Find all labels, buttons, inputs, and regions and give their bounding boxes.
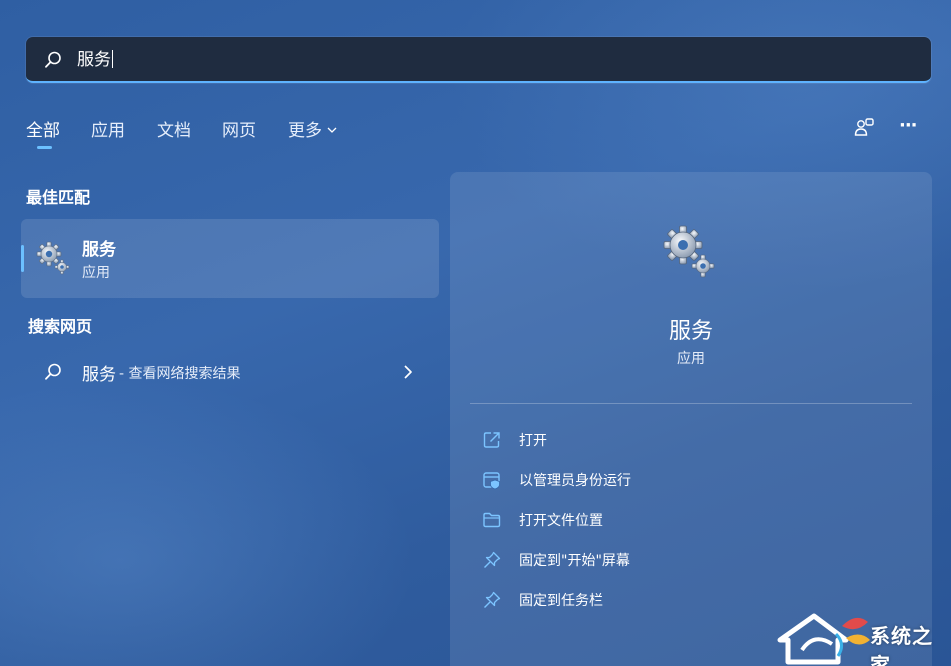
chevron-down-icon <box>327 127 337 133</box>
chevron-right-icon[interactable] <box>401 364 415 380</box>
action-pin-to-start-label: 固定到"开始"屏幕 <box>519 553 630 569</box>
pin-icon <box>484 551 501 568</box>
web-search-query: 服务 <box>82 365 116 385</box>
tab-apps-label: 应用 <box>91 121 125 141</box>
web-search-suffix: - 查看网络搜索结果 <box>119 366 241 382</box>
action-open-file-location[interactable]: 打开文件位置 <box>482 506 902 534</box>
detail-app-type: 应用 <box>677 351 705 367</box>
pin-icon <box>484 591 501 608</box>
tab-web-label: 网页 <box>222 121 256 141</box>
action-pin-to-start[interactable]: 固定到"开始"屏幕 <box>482 546 902 574</box>
web-search-heading: 搜索网页 <box>28 317 93 336</box>
search-icon <box>45 51 61 68</box>
action-open-file-location-label: 打开文件位置 <box>519 513 603 529</box>
result-name: 服务 <box>82 240 116 260</box>
action-run-as-admin-label: 以管理员身份运行 <box>519 473 631 489</box>
best-match-heading: 最佳匹配 <box>26 188 91 207</box>
admin-shield-icon <box>483 472 500 490</box>
search-box[interactable]: 服务 <box>26 37 931 83</box>
tab-more[interactable]: 更多 <box>288 116 337 141</box>
services-gear-icon <box>663 225 715 278</box>
detail-app-name: 服务 <box>668 319 713 344</box>
action-open-label: 打开 <box>519 433 547 449</box>
best-match-result[interactable]: 服务 应用 <box>21 219 439 298</box>
action-open[interactable]: 打开 <box>482 426 902 454</box>
more-options-icon[interactable]: ··· <box>899 116 923 140</box>
folder-icon <box>483 512 501 528</box>
windows-search-window: 服务 全部 应用 文档 网页 更多 ··· 最佳匹配 服务 应用 搜索网页 服务… <box>0 0 951 666</box>
tab-documents-label: 文档 <box>157 121 191 141</box>
text-caret <box>112 50 113 68</box>
divider <box>470 403 912 404</box>
tab-all-label: 全部 <box>26 121 60 141</box>
tab-apps[interactable]: 应用 <box>91 116 125 141</box>
services-gear-icon <box>36 241 70 275</box>
action-run-as-admin[interactable]: 以管理员身份运行 <box>482 466 902 494</box>
tab-active-indicator <box>37 146 52 149</box>
tab-more-label: 更多 <box>288 121 322 141</box>
search-input[interactable]: 服务 <box>77 49 113 71</box>
selection-indicator <box>21 245 24 272</box>
tab-documents[interactable]: 文档 <box>157 116 191 141</box>
account-switch-icon[interactable] <box>852 116 876 140</box>
search-icon <box>45 363 61 380</box>
tab-web[interactable]: 网页 <box>222 116 256 141</box>
watermark-text: 系统之家 <box>870 624 933 666</box>
detail-panel: 服务 应用 打开 以管理员身份运行 打开文件位置 固定到"开始"屏幕 固定到任务… <box>450 172 932 666</box>
result-type: 应用 <box>82 265 110 281</box>
action-pin-to-taskbar-label: 固定到任务栏 <box>519 593 603 609</box>
tab-all[interactable]: 全部 <box>26 116 60 149</box>
open-external-icon <box>483 432 500 448</box>
web-search-result[interactable]: 服务 - 查看网络搜索结果 <box>21 350 439 394</box>
search-input-text: 服务 <box>77 50 111 70</box>
